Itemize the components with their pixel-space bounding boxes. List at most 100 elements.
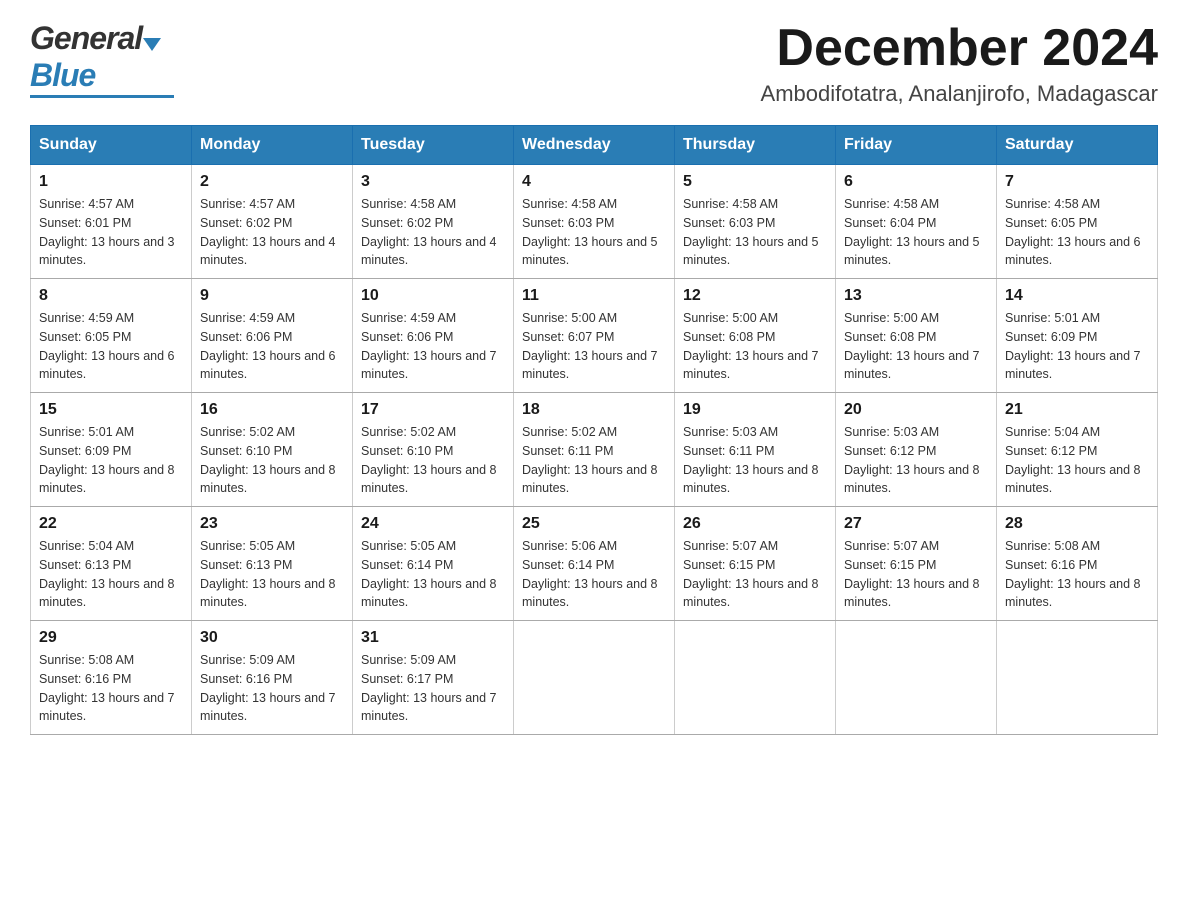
logo-underline [30, 95, 174, 98]
calendar-cell: 29 Sunrise: 5:08 AMSunset: 6:16 PMDaylig… [31, 621, 192, 735]
calendar-cell [836, 621, 997, 735]
day-number: 20 [844, 401, 988, 419]
calendar-cell: 23 Sunrise: 5:05 AMSunset: 6:13 PMDaylig… [192, 507, 353, 621]
day-number: 23 [200, 515, 344, 533]
logo-triangle-icon [143, 38, 161, 51]
day-number: 13 [844, 287, 988, 305]
calendar-cell: 14 Sunrise: 5:01 AMSunset: 6:09 PMDaylig… [997, 279, 1158, 393]
calendar-cell: 24 Sunrise: 5:05 AMSunset: 6:14 PMDaylig… [353, 507, 514, 621]
page-header: General Blue December 2024 Ambodifotatra… [30, 20, 1158, 107]
day-number: 3 [361, 173, 505, 191]
day-number: 1 [39, 173, 183, 191]
title-section: December 2024 Ambodifotatra, Analanjirof… [761, 20, 1158, 107]
day-number: 5 [683, 173, 827, 191]
day-number: 27 [844, 515, 988, 533]
day-number: 14 [1005, 287, 1149, 305]
day-number: 18 [522, 401, 666, 419]
calendar-cell: 27 Sunrise: 5:07 AMSunset: 6:15 PMDaylig… [836, 507, 997, 621]
calendar-cell [675, 621, 836, 735]
day-info: Sunrise: 4:58 AMSunset: 6:04 PMDaylight:… [844, 195, 988, 270]
logo-general: General [30, 20, 142, 57]
day-info: Sunrise: 5:02 AMSunset: 6:10 PMDaylight:… [200, 423, 344, 498]
day-number: 7 [1005, 173, 1149, 191]
day-number: 26 [683, 515, 827, 533]
day-info: Sunrise: 4:58 AMSunset: 6:05 PMDaylight:… [1005, 195, 1149, 270]
day-header-wednesday: Wednesday [514, 126, 675, 165]
calendar-week-4: 22 Sunrise: 5:04 AMSunset: 6:13 PMDaylig… [31, 507, 1158, 621]
day-header-friday: Friday [836, 126, 997, 165]
calendar-cell: 28 Sunrise: 5:08 AMSunset: 6:16 PMDaylig… [997, 507, 1158, 621]
day-info: Sunrise: 4:58 AMSunset: 6:03 PMDaylight:… [683, 195, 827, 270]
day-number: 8 [39, 287, 183, 305]
day-number: 17 [361, 401, 505, 419]
day-info: Sunrise: 4:57 AMSunset: 6:02 PMDaylight:… [200, 195, 344, 270]
day-info: Sunrise: 4:57 AMSunset: 6:01 PMDaylight:… [39, 195, 183, 270]
day-header-thursday: Thursday [675, 126, 836, 165]
day-number: 21 [1005, 401, 1149, 419]
day-info: Sunrise: 5:03 AMSunset: 6:12 PMDaylight:… [844, 423, 988, 498]
day-number: 19 [683, 401, 827, 419]
day-info: Sunrise: 5:04 AMSunset: 6:13 PMDaylight:… [39, 537, 183, 612]
calendar-cell: 10 Sunrise: 4:59 AMSunset: 6:06 PMDaylig… [353, 279, 514, 393]
day-info: Sunrise: 5:09 AMSunset: 6:16 PMDaylight:… [200, 651, 344, 726]
calendar-cell: 18 Sunrise: 5:02 AMSunset: 6:11 PMDaylig… [514, 393, 675, 507]
day-info: Sunrise: 5:00 AMSunset: 6:07 PMDaylight:… [522, 309, 666, 384]
day-info: Sunrise: 5:00 AMSunset: 6:08 PMDaylight:… [844, 309, 988, 384]
day-info: Sunrise: 4:59 AMSunset: 6:06 PMDaylight:… [200, 309, 344, 384]
calendar-cell: 21 Sunrise: 5:04 AMSunset: 6:12 PMDaylig… [997, 393, 1158, 507]
day-info: Sunrise: 5:07 AMSunset: 6:15 PMDaylight:… [683, 537, 827, 612]
calendar-cell: 3 Sunrise: 4:58 AMSunset: 6:02 PMDayligh… [353, 165, 514, 279]
day-number: 29 [39, 629, 183, 647]
day-number: 31 [361, 629, 505, 647]
day-number: 10 [361, 287, 505, 305]
calendar-cell: 1 Sunrise: 4:57 AMSunset: 6:01 PMDayligh… [31, 165, 192, 279]
day-info: Sunrise: 5:05 AMSunset: 6:13 PMDaylight:… [200, 537, 344, 612]
calendar-cell: 19 Sunrise: 5:03 AMSunset: 6:11 PMDaylig… [675, 393, 836, 507]
day-number: 6 [844, 173, 988, 191]
day-info: Sunrise: 5:03 AMSunset: 6:11 PMDaylight:… [683, 423, 827, 498]
calendar-cell: 12 Sunrise: 5:00 AMSunset: 6:08 PMDaylig… [675, 279, 836, 393]
day-info: Sunrise: 4:59 AMSunset: 6:05 PMDaylight:… [39, 309, 183, 384]
calendar-cell: 6 Sunrise: 4:58 AMSunset: 6:04 PMDayligh… [836, 165, 997, 279]
day-number: 28 [1005, 515, 1149, 533]
calendar-week-5: 29 Sunrise: 5:08 AMSunset: 6:16 PMDaylig… [31, 621, 1158, 735]
day-info: Sunrise: 5:05 AMSunset: 6:14 PMDaylight:… [361, 537, 505, 612]
day-info: Sunrise: 5:01 AMSunset: 6:09 PMDaylight:… [1005, 309, 1149, 384]
day-number: 16 [200, 401, 344, 419]
day-number: 15 [39, 401, 183, 419]
day-number: 11 [522, 287, 666, 305]
calendar-cell: 30 Sunrise: 5:09 AMSunset: 6:16 PMDaylig… [192, 621, 353, 735]
calendar-cell: 13 Sunrise: 5:00 AMSunset: 6:08 PMDaylig… [836, 279, 997, 393]
day-info: Sunrise: 5:02 AMSunset: 6:10 PMDaylight:… [361, 423, 505, 498]
day-header-sunday: Sunday [31, 126, 192, 165]
calendar-cell [514, 621, 675, 735]
day-info: Sunrise: 5:06 AMSunset: 6:14 PMDaylight:… [522, 537, 666, 612]
logo-blue: Blue [30, 57, 95, 94]
calendar-cell: 22 Sunrise: 5:04 AMSunset: 6:13 PMDaylig… [31, 507, 192, 621]
day-info: Sunrise: 4:58 AMSunset: 6:02 PMDaylight:… [361, 195, 505, 270]
logo: General Blue [30, 20, 161, 98]
day-number: 22 [39, 515, 183, 533]
day-header-tuesday: Tuesday [353, 126, 514, 165]
calendar-cell: 26 Sunrise: 5:07 AMSunset: 6:15 PMDaylig… [675, 507, 836, 621]
day-number: 2 [200, 173, 344, 191]
day-number: 24 [361, 515, 505, 533]
calendar-cell: 20 Sunrise: 5:03 AMSunset: 6:12 PMDaylig… [836, 393, 997, 507]
calendar-cell: 9 Sunrise: 4:59 AMSunset: 6:06 PMDayligh… [192, 279, 353, 393]
day-info: Sunrise: 4:59 AMSunset: 6:06 PMDaylight:… [361, 309, 505, 384]
day-info: Sunrise: 5:01 AMSunset: 6:09 PMDaylight:… [39, 423, 183, 498]
calendar-week-1: 1 Sunrise: 4:57 AMSunset: 6:01 PMDayligh… [31, 165, 1158, 279]
calendar-cell [997, 621, 1158, 735]
calendar-cell: 5 Sunrise: 4:58 AMSunset: 6:03 PMDayligh… [675, 165, 836, 279]
calendar-cell: 31 Sunrise: 5:09 AMSunset: 6:17 PMDaylig… [353, 621, 514, 735]
day-info: Sunrise: 5:00 AMSunset: 6:08 PMDaylight:… [683, 309, 827, 384]
day-number: 9 [200, 287, 344, 305]
day-number: 25 [522, 515, 666, 533]
day-number: 12 [683, 287, 827, 305]
calendar-cell: 16 Sunrise: 5:02 AMSunset: 6:10 PMDaylig… [192, 393, 353, 507]
calendar-header-row: SundayMondayTuesdayWednesdayThursdayFrid… [31, 126, 1158, 165]
calendar-week-3: 15 Sunrise: 5:01 AMSunset: 6:09 PMDaylig… [31, 393, 1158, 507]
day-header-saturday: Saturday [997, 126, 1158, 165]
calendar-cell: 11 Sunrise: 5:00 AMSunset: 6:07 PMDaylig… [514, 279, 675, 393]
day-info: Sunrise: 4:58 AMSunset: 6:03 PMDaylight:… [522, 195, 666, 270]
